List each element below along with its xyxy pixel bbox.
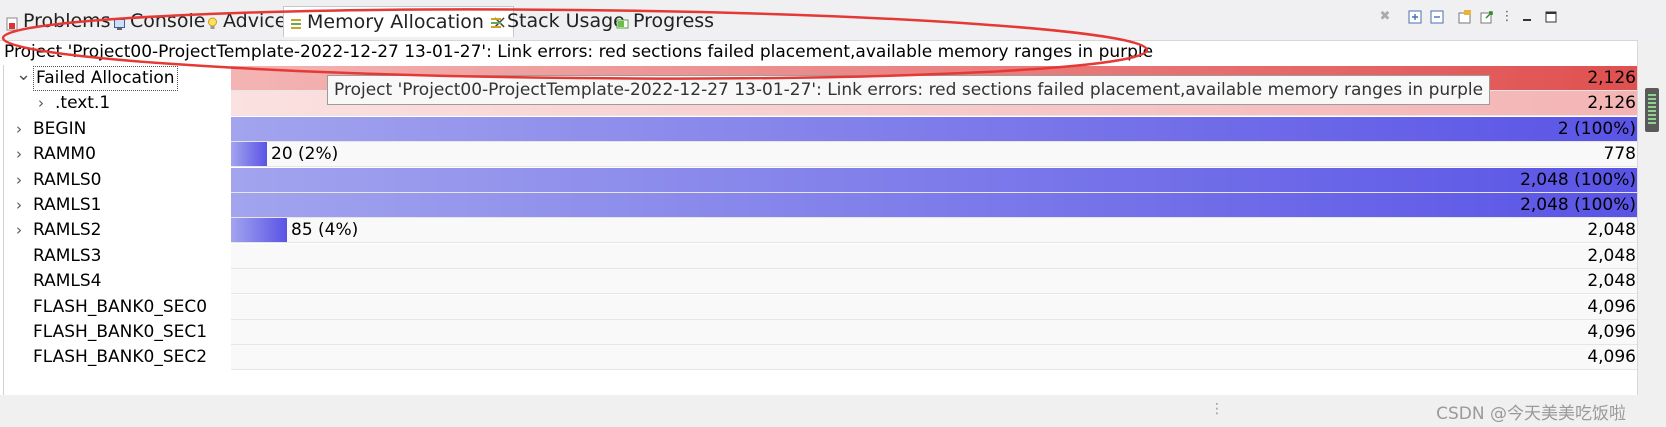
row-name: Failed Allocation xyxy=(33,66,178,91)
row-name: FLASH_BANK0_SEC0 xyxy=(33,296,208,317)
row-name: .text.1 xyxy=(55,93,111,114)
size-label: 2,126 xyxy=(1587,68,1636,88)
memory-usage-bar: 2,048 (100%) xyxy=(231,193,1638,218)
tab-progress[interactable]: Progress xyxy=(616,8,714,34)
chevron-right-icon[interactable]: › xyxy=(16,192,22,219)
chevron-down-icon[interactable]: ⌄ xyxy=(16,65,31,92)
row-name: BEGIN xyxy=(33,118,87,139)
row-name: RAMLS2 xyxy=(33,220,102,241)
memory-allocation-tree[interactable]: ⌄ Failed Allocation 2,126 › .text.1 2,126 › BEG… xyxy=(3,65,1639,396)
usage-fill xyxy=(231,116,1638,141)
table-row[interactable]: FLASH_BANK0_SEC1 4,096 xyxy=(4,319,1638,346)
memory-usage-bar: 4,096 xyxy=(231,320,1638,345)
size-label: 2 (100%) xyxy=(1557,118,1636,139)
table-row[interactable]: › RAMLS1 2,048 (100%) xyxy=(4,192,1638,219)
memory-usage-bar: 2,048 (100%) xyxy=(231,167,1638,193)
status-area: ⋮ CSDN @今天美美吃饭啦 xyxy=(0,395,1666,427)
scrollbar-thumb[interactable] xyxy=(1645,88,1659,132)
usage-fill xyxy=(231,193,1638,217)
expand-all-icon[interactable] xyxy=(1408,10,1422,24)
table-row[interactable]: › RAMM0 20 (2%) 778 xyxy=(4,141,1638,168)
row-name: FLASH_BANK0_SEC2 xyxy=(33,347,208,368)
new-view-icon[interactable] xyxy=(1458,10,1472,24)
view-menu-icon[interactable]: ⋮ xyxy=(1500,10,1514,24)
maximize-icon[interactable] xyxy=(1544,10,1558,24)
tab-memory-allocation[interactable]: Memory Allocation × xyxy=(283,6,515,37)
memory-usage-bar: 4,096 xyxy=(231,294,1638,320)
tab-label: Progress xyxy=(633,10,715,32)
stack-usage-icon xyxy=(490,14,503,28)
chevron-right-icon[interactable]: › xyxy=(16,116,22,143)
tooltip: Project 'Project00-ProjectTemplate-2022-… xyxy=(327,75,1491,105)
tab-console[interactable]: Console xyxy=(113,8,205,34)
progress-icon xyxy=(616,14,629,29)
vertical-scrollbar[interactable] xyxy=(1637,40,1666,395)
size-label: 2,048 xyxy=(1587,220,1636,241)
resize-grip-icon[interactable]: ⋮ xyxy=(1210,401,1224,417)
table-row[interactable]: FLASH_BANK0_SEC2 4,096 xyxy=(4,344,1638,371)
table-row[interactable]: › RAMLS2 85 (4%) 2,048 xyxy=(4,217,1638,244)
size-label: 2,048 xyxy=(1587,245,1636,266)
usage-fill xyxy=(231,142,267,167)
tab-advice[interactable]: Advice xyxy=(206,8,286,34)
tab-label: Console xyxy=(130,10,206,32)
row-name: RAMLS3 xyxy=(33,245,102,266)
row-name: RAMLS0 xyxy=(33,169,102,190)
tab-label: Memory Allocation xyxy=(307,11,484,33)
tab-label: Problems xyxy=(23,10,111,32)
chevron-right-icon[interactable]: › xyxy=(38,90,44,117)
usage-label: 20 (2%) xyxy=(271,144,339,165)
tab-stack-usage[interactable]: Stack Usage xyxy=(490,8,625,34)
row-name: RAMLS1 xyxy=(33,195,102,215)
memory-usage-bar: 2,048 xyxy=(231,243,1638,269)
tab-label: Advice xyxy=(223,10,287,32)
row-name: FLASH_BANK0_SEC1 xyxy=(33,322,208,342)
memory-usage-bar: 2 (100%) xyxy=(231,116,1638,142)
memory-usage-bar: 4,096 xyxy=(231,345,1638,371)
memory-usage-bar: 85 (4%) 2,048 xyxy=(231,218,1638,244)
table-row[interactable]: RAMLS3 2,048 xyxy=(4,243,1638,270)
size-label: 2,048 (100%) xyxy=(1520,169,1636,190)
size-label: 778 xyxy=(1603,144,1636,165)
row-name: RAMLS4 xyxy=(33,271,102,292)
size-label: 4,096 xyxy=(1587,296,1636,317)
chevron-right-icon[interactable]: › xyxy=(16,141,22,168)
advice-icon xyxy=(206,14,219,29)
chevron-right-icon[interactable]: › xyxy=(16,217,22,244)
view-tab-bar: Problems Console Advice Memory Allocatio… xyxy=(0,0,1666,41)
usage-label: 85 (4%) xyxy=(291,220,359,241)
table-row[interactable]: RAMLS4 2,048 xyxy=(4,268,1638,295)
collapse-all-icon[interactable] xyxy=(1430,10,1444,24)
memory-allocation-icon xyxy=(290,15,303,29)
size-label: 2,048 (100%) xyxy=(1520,195,1636,215)
export-icon[interactable] xyxy=(1480,10,1494,24)
link-status-message: Project 'Project00-ProjectTemplate-2022-… xyxy=(4,42,1154,62)
console-icon xyxy=(113,14,126,30)
size-label: 4,096 xyxy=(1587,322,1636,342)
tab-label: Stack Usage xyxy=(507,10,625,32)
table-row[interactable]: FLASH_BANK0_SEC0 4,096 xyxy=(4,294,1638,321)
watermark: CSDN @今天美美吃饭啦 xyxy=(1436,404,1626,424)
size-label: 4,096 xyxy=(1587,347,1636,368)
usage-fill xyxy=(231,218,287,243)
tab-problems[interactable]: Problems xyxy=(6,8,111,34)
size-label: 2,126 xyxy=(1587,93,1636,114)
chevron-right-icon[interactable]: › xyxy=(16,167,22,194)
table-row[interactable]: › BEGIN 2 (100%) xyxy=(4,116,1638,143)
usage-fill xyxy=(231,167,1638,192)
size-label: 2,048 xyxy=(1587,271,1636,292)
row-name: RAMM0 xyxy=(33,144,96,165)
table-row[interactable]: › RAMLS0 2,048 (100%) xyxy=(4,167,1638,194)
problems-icon xyxy=(6,14,19,31)
memory-usage-bar: 20 (2%) 778 xyxy=(231,142,1638,168)
memory-usage-bar: 2,048 xyxy=(231,269,1638,295)
remove-all-icon[interactable]: ✖ xyxy=(1378,10,1392,24)
minimize-icon[interactable] xyxy=(1520,10,1534,24)
